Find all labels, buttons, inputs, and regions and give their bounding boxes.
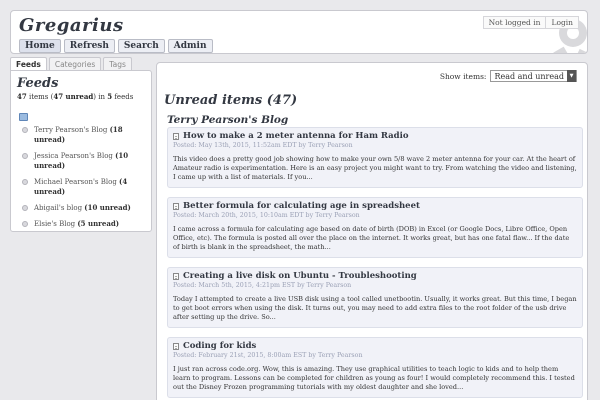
tab-categories[interactable]: Categories [48, 57, 102, 70]
item-meta: Posted: May 13th, 2015, 11:52am EDT by T… [173, 142, 353, 149]
feed-name[interactable]: Michael Pearson's Blog [34, 178, 119, 186]
item-header: How to make a 2 meter antenna for Ham Ra… [173, 131, 577, 141]
feed-dot-icon [22, 221, 28, 227]
show-items-label: Show items: [439, 71, 487, 81]
item-body: I just ran across code.org. Wow, this is… [173, 365, 575, 391]
chevron-down-icon[interactable]: ▼ [567, 69, 576, 82]
login-status: Not logged in [482, 16, 546, 29]
feed-name[interactable]: Terry Pearson's Blog [34, 126, 110, 134]
feed-dot-icon [22, 205, 28, 211]
feeds-summary: 47 items (47 unread) in 5 feeds [17, 92, 145, 101]
item-body: This video does a pretty good job showin… [173, 155, 577, 181]
site-header: Gregarius Home Refresh Search Admin Not … [10, 10, 588, 54]
nav-home-button[interactable]: Home [19, 39, 61, 53]
feeds-panel: Feeds 47 items (47 unread) in 5 feeds Te… [10, 70, 152, 232]
item-title[interactable]: How to make a 2 meter antenna for Ham Ra… [183, 131, 409, 141]
feed-unread-count: (10 unread) [84, 203, 131, 212]
item-meta: Posted: March 20th, 2015, 10:10am EDT by… [173, 212, 360, 219]
item-list: How to make a 2 meter antenna for Ham Ra… [167, 127, 583, 400]
feed-name[interactable]: Elsie's Blog [34, 220, 77, 228]
feed-item-elsie[interactable]: Elsie's Blog (5 unread) [17, 219, 145, 229]
nav-refresh-button[interactable]: Refresh [63, 39, 115, 53]
item-title[interactable]: Coding for kids [183, 341, 256, 351]
nav-admin-button[interactable]: Admin [167, 39, 213, 53]
sidebar: Feeds Categories Tags Feeds 47 items (47… [10, 57, 152, 232]
feed-unread-count: (5 unread) [77, 219, 120, 228]
document-icon[interactable] [173, 202, 179, 210]
list-item: Coding for kids Posted: February 21st, 2… [167, 337, 583, 398]
feed-group-title[interactable]: Terry Pearson's Blog [167, 114, 288, 126]
item-header: Creating a live disk on Ubuntu - Trouble… [173, 271, 577, 281]
site-title[interactable]: Gregarius [19, 15, 124, 36]
feeds-summary-text-2: ) in [93, 93, 108, 101]
feeds-item-count: 47 [17, 92, 27, 101]
feed-item-jessica[interactable]: Jessica Pearson's Blog (10 unread) [17, 151, 145, 171]
login-box: Not logged in Login [482, 16, 579, 29]
document-icon[interactable] [173, 132, 179, 140]
document-icon[interactable] [173, 272, 179, 280]
sidebar-tabs: Feeds Categories Tags [10, 57, 152, 70]
feed-item-terry[interactable]: Terry Pearson's Blog (18 unread) [17, 125, 145, 145]
item-meta: Posted: March 5th, 2015, 4:21pm EST by T… [173, 282, 352, 289]
main-content: Show items: Read and unread ▼ Unread ite… [156, 62, 588, 400]
feed-name[interactable]: Abigail's blog [34, 204, 84, 212]
feed-dot-icon [22, 153, 28, 159]
item-header: Coding for kids [173, 341, 577, 351]
list-item: How to make a 2 meter antenna for Ham Ra… [167, 127, 583, 188]
document-icon[interactable] [173, 342, 179, 350]
list-item: Better formula for calculating age in sp… [167, 197, 583, 258]
show-items-control: Show items: Read and unread ▼ [439, 69, 577, 82]
folder-icon[interactable] [19, 113, 28, 121]
feed-name[interactable]: Jessica Pearson's Blog [34, 152, 115, 160]
feed-dot-icon [22, 127, 28, 133]
item-body: I came across a formula for calculating … [173, 225, 570, 251]
item-body: Today I attempted to create a live USB d… [173, 295, 577, 321]
list-item: Creating a live disk on Ubuntu - Trouble… [167, 267, 583, 328]
feed-item-abigail[interactable]: Abigail's blog (10 unread) [17, 203, 145, 213]
item-title[interactable]: Creating a live disk on Ubuntu - Trouble… [183, 271, 417, 281]
feeds-summary-text-3: feeds [112, 93, 134, 101]
show-items-value[interactable]: Read and unread [491, 72, 567, 81]
show-items-select[interactable]: Read and unread ▼ [490, 69, 577, 82]
tab-tags[interactable]: Tags [103, 57, 132, 70]
item-header: Better formula for calculating age in sp… [173, 201, 577, 211]
feeds-summary-text-1: items ( [26, 93, 54, 101]
nav-search-button[interactable]: Search [117, 39, 165, 53]
feeds-title: Feeds [17, 76, 59, 91]
item-meta: Posted: February 21st, 2015, 8:00am EST … [173, 352, 363, 359]
feed-dot-icon [22, 179, 28, 185]
page-title: Unread items (47) [164, 93, 298, 108]
tab-feeds[interactable]: Feeds [10, 57, 47, 70]
main-nav: Home Refresh Search Admin [19, 39, 213, 53]
feeds-unread-count: 47 unread [53, 92, 94, 101]
item-title[interactable]: Better formula for calculating age in sp… [183, 201, 420, 211]
feed-item-michael[interactable]: Michael Pearson's Blog (4 unread) [17, 177, 145, 197]
feed-list: Terry Pearson's Blog (18 unread) Jessica… [17, 125, 145, 229]
login-link[interactable]: Login [545, 16, 579, 29]
